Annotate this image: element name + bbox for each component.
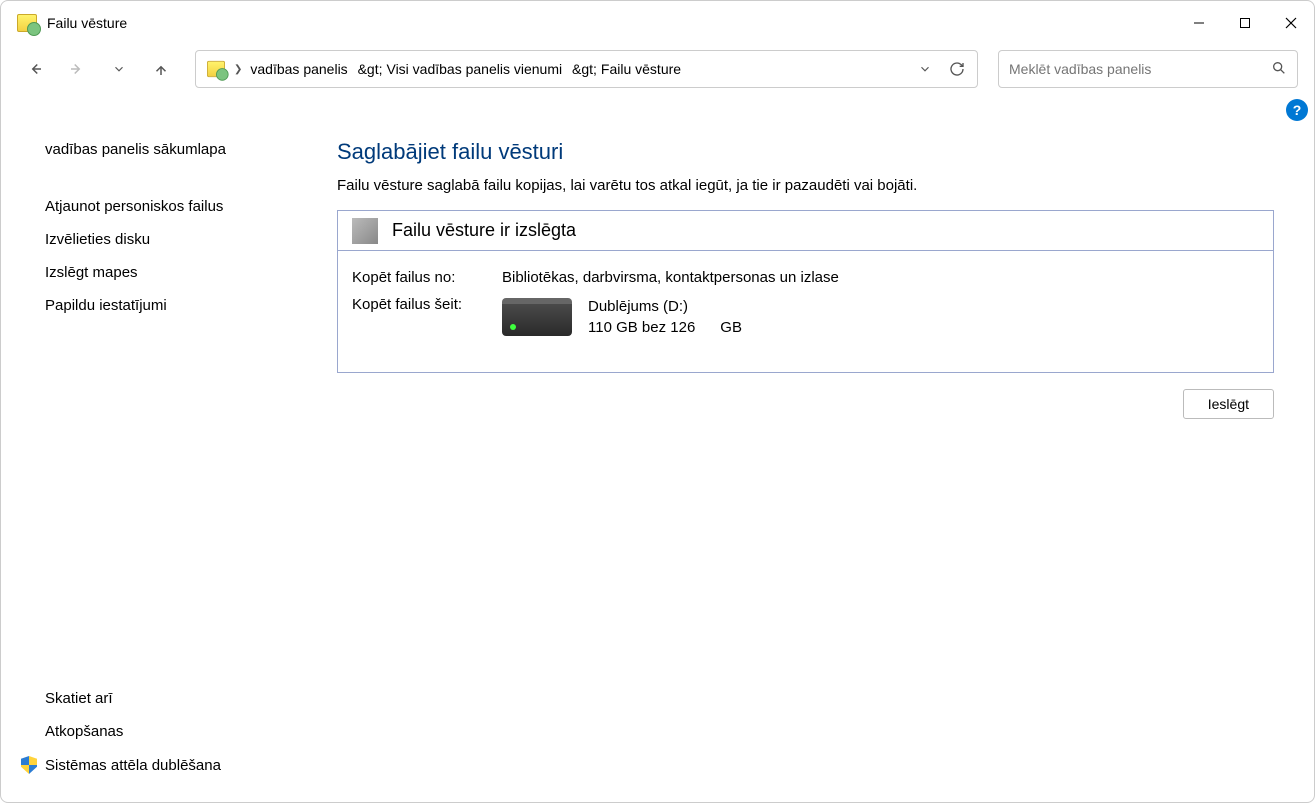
status-title: Failu vēsture ir izslēgta — [392, 220, 576, 241]
chevron-right-icon: ❯ — [234, 64, 242, 75]
recent-dropdown[interactable] — [101, 51, 137, 87]
drive-info: Dublējums (D:) 110 GB bez 126 GB — [502, 296, 1259, 338]
minimize-button[interactable] — [1176, 1, 1222, 45]
crumb-file-history[interactable]: Failu vēsture — [601, 61, 681, 77]
close-button[interactable] — [1268, 1, 1314, 45]
address-bar[interactable]: ❯ vadības panelis &gt; Visi vadības pane… — [195, 50, 978, 88]
search-bar[interactable] — [998, 50, 1298, 88]
status-box: Failu vēsture ir izslēgta Kopēt failus n… — [337, 210, 1274, 373]
navbar: ❯ vadības panelis &gt; Visi vadības pane… — [1, 45, 1314, 93]
copy-from-label: Kopēt failus no: — [352, 269, 502, 286]
sidebar: vadības panelis sākumlapa Atjaunot perso… — [1, 93, 301, 802]
refresh-button[interactable] — [943, 55, 971, 83]
enable-button[interactable]: Ieslēgt — [1183, 389, 1274, 419]
maximize-button[interactable] — [1222, 1, 1268, 45]
page-description: Failu vēsture saglabā failu kopijas, lai… — [337, 177, 1274, 194]
titlebar: Failu vēsture — [1, 1, 1314, 45]
up-button[interactable] — [143, 51, 179, 87]
crumb-control-panel[interactable]: vadības panelis &gt; — [250, 61, 382, 77]
status-header: Failu vēsture ir izslēgta — [338, 211, 1273, 251]
sidebar-item-label: Sistēmas attēla dublēšana — [45, 757, 221, 774]
shield-icon — [21, 756, 37, 774]
page-heading: Saglabājiet failu vēsturi — [337, 139, 1274, 165]
sidebar-exclude[interactable]: Izslēgt mapes — [45, 256, 301, 289]
content: ? vadības panelis sākumlapa Atjaunot per… — [1, 93, 1314, 802]
window-controls — [1176, 1, 1314, 45]
sidebar-advanced[interactable]: Papildu iestatījumi — [45, 289, 301, 322]
forward-button[interactable] — [59, 51, 95, 87]
sidebar-select-drive[interactable]: Izvēlieties disku — [45, 223, 301, 256]
breadcrumb: vadības panelis &gt; Visi vadības paneli… — [250, 61, 681, 77]
drive-name: Dublējums (D:) — [588, 296, 742, 317]
sidebar-system-image[interactable]: Sistēmas attēla dublēšana — [21, 748, 221, 782]
drive-space: 110 GB bez 126 GB — [588, 317, 742, 338]
sidebar-recovery[interactable]: Atkopšanas — [45, 715, 221, 748]
back-button[interactable] — [17, 51, 53, 87]
search-icon — [1271, 60, 1287, 79]
see-also-heading: Skatiet arī — [45, 682, 221, 715]
search-input[interactable] — [1009, 61, 1271, 77]
crumb-all-items[interactable]: Visi vadības panelis vienumi &gt; — [386, 61, 596, 77]
location-icon — [207, 61, 225, 77]
status-icon — [352, 218, 378, 244]
copy-to-label: Kopēt failus šeit: — [352, 296, 502, 313]
main-panel: Saglabājiet failu vēsturi Failu vēsture … — [301, 93, 1314, 802]
sidebar-home[interactable]: vadības panelis sākumlapa — [45, 133, 301, 166]
app-icon — [17, 14, 37, 32]
address-dropdown[interactable] — [911, 55, 939, 83]
copy-from-value: Bibliotēkas, darbvirsma, kontaktpersonas… — [502, 269, 1259, 286]
window-title: Failu vēsture — [47, 15, 127, 31]
sidebar-restore[interactable]: Atjaunot personiskos failus — [45, 190, 301, 223]
drive-icon — [502, 298, 572, 336]
